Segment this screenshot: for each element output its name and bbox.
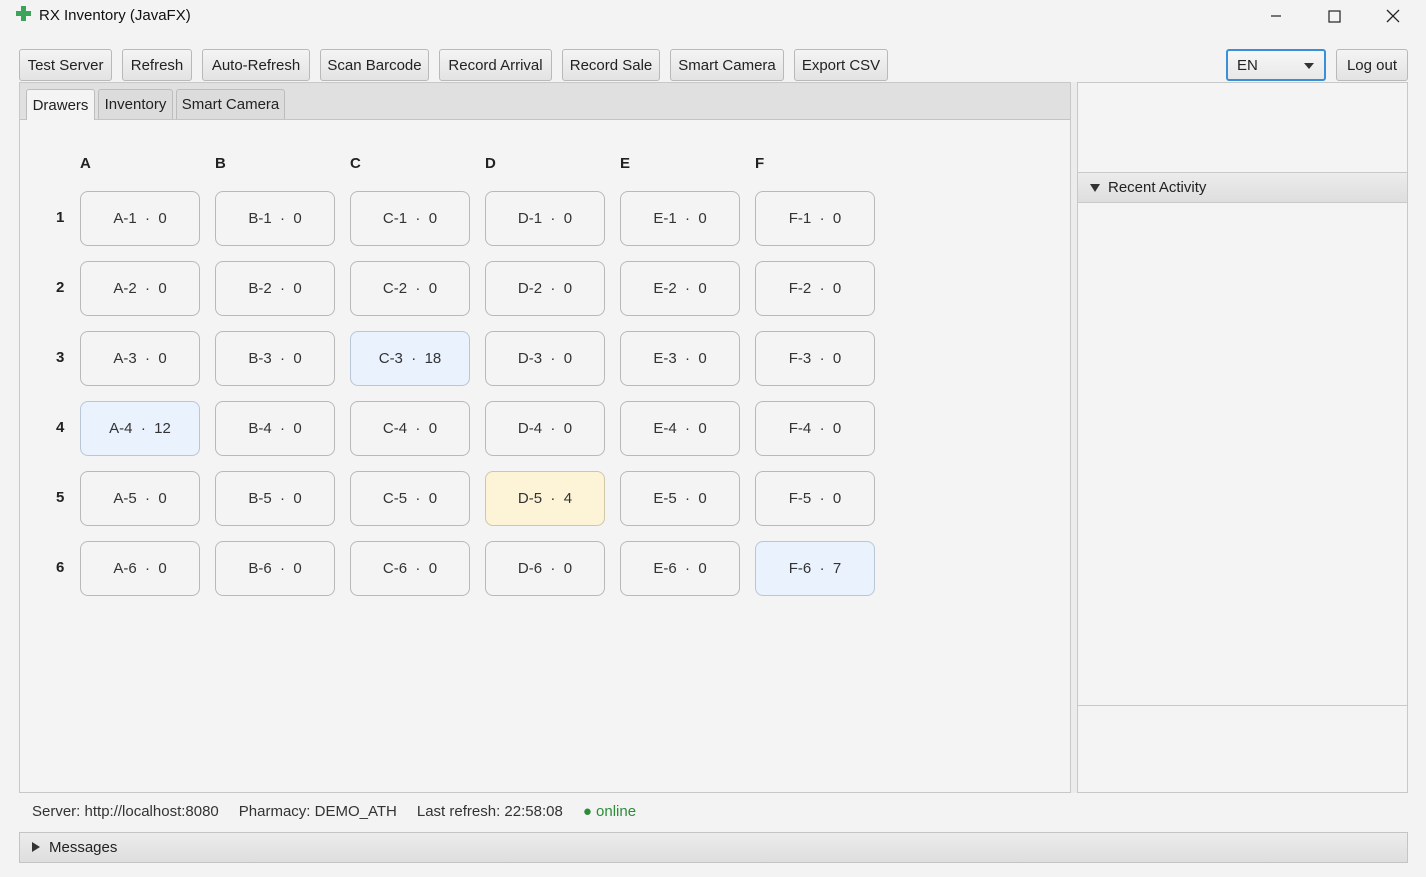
logout-button[interactable]: Log out xyxy=(1336,49,1408,81)
test-server-button[interactable]: Test Server xyxy=(19,49,112,81)
drawer-cell-b-2[interactable]: B-2 · 0 xyxy=(215,261,335,316)
drawer-cell-e-2[interactable]: E-2 · 0 xyxy=(620,261,740,316)
last-refresh-status: Last refresh: 22:58:08 xyxy=(416,803,563,820)
drawer-cell-c-3[interactable]: C-3 · 18 xyxy=(350,331,470,386)
window-title: RX Inventory (JavaFX) xyxy=(39,7,191,24)
status-bar: Server: http://localhost:8080 Pharmacy: … xyxy=(32,803,636,820)
drawer-cell-c-6[interactable]: C-6 · 0 xyxy=(350,541,470,596)
record-sale-button[interactable]: Record Sale xyxy=(562,49,660,81)
drawer-cell-a-5[interactable]: A-5 · 0 xyxy=(80,471,200,526)
drawer-cell-d-1[interactable]: D-1 · 0 xyxy=(485,191,605,246)
green-cross-icon xyxy=(16,6,31,21)
drawer-cell-e-1[interactable]: E-1 · 0 xyxy=(620,191,740,246)
maximize-icon[interactable] xyxy=(1305,0,1363,32)
recent-activity-label: Recent Activity xyxy=(1108,179,1207,196)
messages-label: Messages xyxy=(49,839,118,856)
drawer-cell-d-4[interactable]: D-4 · 0 xyxy=(485,401,605,456)
drawer-cell-a-1[interactable]: A-1 · 0 xyxy=(80,191,200,246)
drawer-cell-c-4[interactable]: C-4 · 0 xyxy=(350,401,470,456)
title-bar: RX Inventory (JavaFX) xyxy=(0,0,1426,34)
drawer-cell-f-2[interactable]: F-2 · 0 xyxy=(755,261,875,316)
row-header-2: 2 xyxy=(56,279,65,296)
row-header-1: 1 xyxy=(56,209,65,226)
column-header-b: B xyxy=(215,155,226,172)
pharmacy-status: Pharmacy: DEMO_ATH xyxy=(238,803,397,820)
tab-header: Drawers Inventory Smart Camera xyxy=(20,83,1070,120)
drawer-cell-b-3[interactable]: B-3 · 0 xyxy=(215,331,335,386)
minimize-icon[interactable] xyxy=(1247,0,1305,32)
drawer-cell-b-5[interactable]: B-5 · 0 xyxy=(215,471,335,526)
refresh-button[interactable]: Refresh xyxy=(122,49,192,81)
drawer-cell-b-6[interactable]: B-6 · 0 xyxy=(215,541,335,596)
expanded-triangle-icon xyxy=(1090,184,1100,192)
drawer-cell-a-3[interactable]: A-3 · 0 xyxy=(80,331,200,386)
tab-inventory[interactable]: Inventory xyxy=(98,89,173,119)
online-indicator: ● online xyxy=(582,803,637,820)
drawer-cell-b-1[interactable]: B-1 · 0 xyxy=(215,191,335,246)
side-panel: Recent Activity xyxy=(1077,82,1408,793)
drawer-cell-f-3[interactable]: F-3 · 0 xyxy=(755,331,875,386)
collapsed-triangle-icon xyxy=(32,842,40,852)
drawer-cell-e-4[interactable]: E-4 · 0 xyxy=(620,401,740,456)
recent-activity-list xyxy=(1078,203,1407,706)
record-arrival-button[interactable]: Record Arrival xyxy=(439,49,552,81)
row-header-4: 4 xyxy=(56,419,65,436)
drawer-cell-d-3[interactable]: D-3 · 0 xyxy=(485,331,605,386)
tab-drawers[interactable]: Drawers xyxy=(26,89,95,120)
export-csv-button[interactable]: Export CSV xyxy=(794,49,888,81)
messages-pane-header[interactable]: Messages xyxy=(19,832,1408,863)
drawer-cell-a-2[interactable]: A-2 · 0 xyxy=(80,261,200,316)
column-header-a: A xyxy=(80,155,91,172)
row-header-5: 5 xyxy=(56,489,65,506)
language-value: EN xyxy=(1237,56,1258,74)
tab-smart-camera[interactable]: Smart Camera xyxy=(176,89,285,119)
drawer-cell-f-4[interactable]: F-4 · 0 xyxy=(755,401,875,456)
chevron-down-icon xyxy=(1304,63,1314,69)
smart-camera-button[interactable]: Smart Camera xyxy=(670,49,784,81)
drawer-cell-f-6[interactable]: F-6 · 7 xyxy=(755,541,875,596)
column-header-c: C xyxy=(350,155,361,172)
drawer-cell-d-5[interactable]: D-5 · 4 xyxy=(485,471,605,526)
drawer-cell-a-4[interactable]: A-4 · 12 xyxy=(80,401,200,456)
main-tab-pane: Drawers Inventory Smart Camera A B C D E… xyxy=(19,82,1071,793)
scan-barcode-button[interactable]: Scan Barcode xyxy=(320,49,429,81)
column-header-d: D xyxy=(485,155,496,172)
drawer-cell-e-6[interactable]: E-6 · 0 xyxy=(620,541,740,596)
drawer-cell-c-2[interactable]: C-2 · 0 xyxy=(350,261,470,316)
row-header-6: 6 xyxy=(56,559,65,576)
column-header-e: E xyxy=(620,155,631,172)
column-header-f: F xyxy=(755,155,765,172)
close-icon[interactable] xyxy=(1364,0,1422,32)
row-header-3: 3 xyxy=(56,349,65,366)
server-status: Server: http://localhost:8080 xyxy=(32,803,219,820)
drawer-cell-e-3[interactable]: E-3 · 0 xyxy=(620,331,740,386)
drawer-cell-f-5[interactable]: F-5 · 0 xyxy=(755,471,875,526)
drawer-cell-f-1[interactable]: F-1 · 0 xyxy=(755,191,875,246)
recent-activity-header[interactable]: Recent Activity xyxy=(1078,172,1407,203)
drawer-cell-c-1[interactable]: C-1 · 0 xyxy=(350,191,470,246)
drawer-cell-b-4[interactable]: B-4 · 0 xyxy=(215,401,335,456)
auto-refresh-button[interactable]: Auto-Refresh xyxy=(202,49,310,81)
drawer-cell-d-6[interactable]: D-6 · 0 xyxy=(485,541,605,596)
language-select[interactable]: EN xyxy=(1226,49,1326,81)
drawer-cell-e-5[interactable]: E-5 · 0 xyxy=(620,471,740,526)
drawer-cell-d-2[interactable]: D-2 · 0 xyxy=(485,261,605,316)
drawer-cell-c-5[interactable]: C-5 · 0 xyxy=(350,471,470,526)
drawer-cell-a-6[interactable]: A-6 · 0 xyxy=(80,541,200,596)
